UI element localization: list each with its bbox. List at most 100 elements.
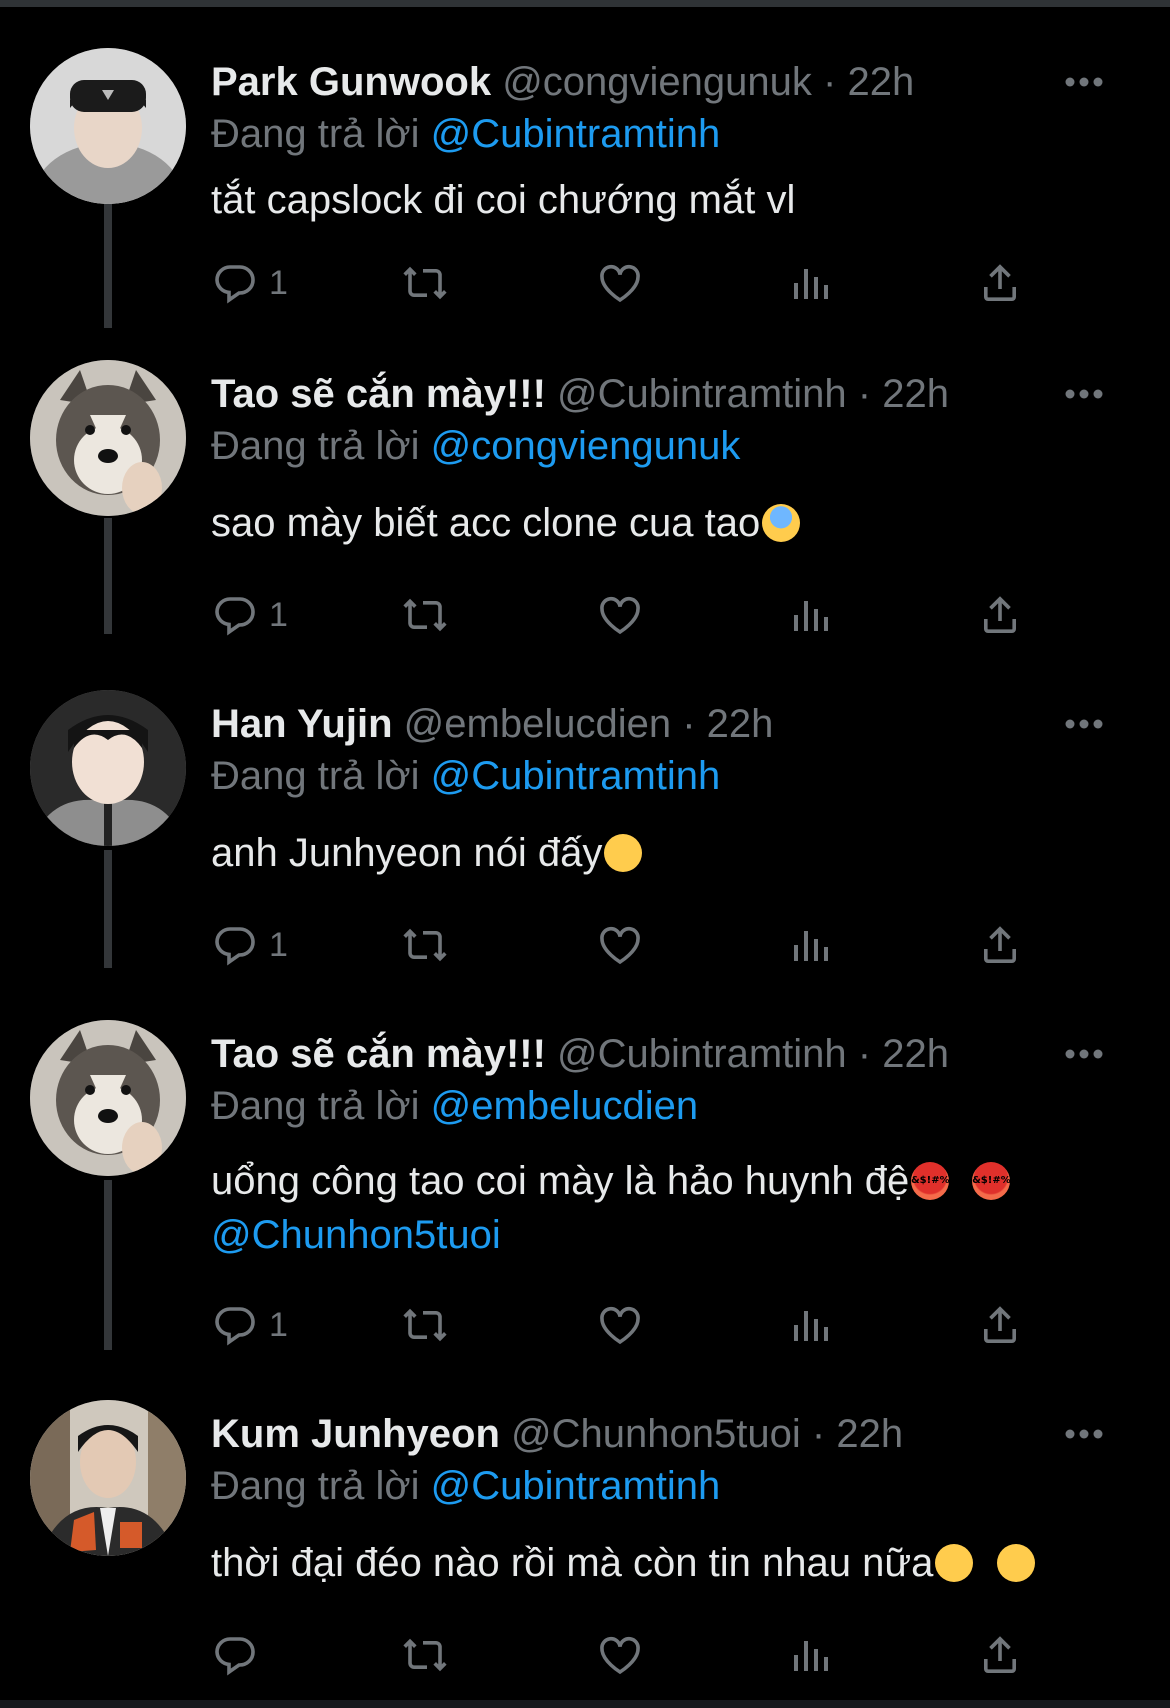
action-bar: 1 — [211, 1295, 1041, 1355]
retweet-icon — [403, 1638, 447, 1672]
more-icon[interactable] — [1060, 62, 1108, 102]
share-icon — [984, 596, 1016, 633]
tweet-text-content: anh Junhyeon nói đấy — [211, 831, 603, 875]
more-icon[interactable] — [1060, 1414, 1108, 1454]
views-button[interactable] — [786, 1625, 834, 1685]
replying-label: Đang trả lời — [211, 754, 420, 798]
relieved-face-emoji — [935, 1544, 974, 1582]
more-icon[interactable] — [1060, 374, 1108, 414]
tweet-text-content: tắt capslock đi coi chướng mắt vl — [211, 178, 796, 222]
reply-button[interactable]: 1 — [211, 1295, 288, 1355]
separator-dot: · — [857, 372, 872, 416]
fearful-face-emoji — [762, 504, 801, 542]
display-name[interactable]: Park Gunwook — [211, 60, 491, 104]
share-button[interactable] — [976, 1295, 1024, 1355]
like-button[interactable] — [596, 1625, 644, 1685]
avatar[interactable] — [30, 690, 186, 846]
views-button[interactable] — [786, 253, 834, 313]
timestamp[interactable]: 22h — [847, 60, 914, 104]
replying-label: Đang trả lời — [211, 424, 420, 468]
share-icon — [984, 264, 1016, 301]
replying-label: Đang trả lời — [211, 112, 420, 156]
avatar[interactable] — [30, 1400, 186, 1556]
user-handle[interactable]: @Chunhon5tuoi — [511, 1412, 801, 1456]
views-button[interactable] — [786, 915, 834, 975]
retweet-button[interactable] — [401, 1295, 449, 1355]
reply-button[interactable]: 1 — [211, 585, 288, 645]
share-button[interactable] — [976, 253, 1024, 313]
replying-to: Đang trả lời @Cubintramtinh — [211, 110, 720, 158]
thread-line — [104, 1180, 112, 1350]
reply-icon — [215, 927, 255, 966]
reply-icon — [215, 1637, 255, 1676]
display-name[interactable]: Han Yujin — [211, 702, 393, 746]
timestamp[interactable]: 22h — [836, 1412, 903, 1456]
retweet-button[interactable] — [401, 915, 449, 975]
user-handle[interactable]: @Cubintramtinh — [557, 372, 847, 416]
user-handle[interactable]: @congviengunuk — [502, 60, 812, 104]
cursing-face-emoji: &$!#% — [972, 1162, 1011, 1200]
reply-button[interactable] — [211, 1625, 259, 1685]
user-handle[interactable]: @embelucdien — [404, 702, 671, 746]
share-button[interactable] — [976, 585, 1024, 645]
share-button[interactable] — [976, 915, 1024, 975]
avatar[interactable] — [30, 48, 186, 204]
tweet-header: Park Gunwook @congviengunuk · 22h — [211, 58, 914, 106]
more-icon[interactable] — [1060, 704, 1108, 744]
mention-link[interactable]: @congviengunuk — [431, 424, 741, 468]
separator-dot: · — [682, 702, 696, 746]
thread-line — [104, 188, 112, 328]
tweet-text-content: uổng công tao coi mày là hảo huynh đệ — [211, 1159, 910, 1203]
reply-button[interactable]: 1 — [211, 915, 288, 975]
retweet-button[interactable] — [401, 253, 449, 313]
timestamp[interactable]: 22h — [707, 702, 774, 746]
more-icon[interactable] — [1060, 1034, 1108, 1074]
action-bar: 1 — [211, 915, 1041, 975]
tweet-text: sao mày biết acc clone cua tao — [211, 496, 801, 550]
views-icon — [794, 1311, 828, 1341]
action-bar: 1 — [211, 585, 1041, 645]
views-icon — [794, 931, 828, 961]
timestamp[interactable]: 22h — [882, 1032, 949, 1076]
heart-icon — [600, 926, 640, 965]
mention-link[interactable]: @embelucdien — [431, 1084, 698, 1128]
like-button[interactable] — [596, 915, 644, 975]
replying-label: Đang trả lời — [211, 1464, 420, 1508]
display-name[interactable]: Tao sẽ cắn mày!!! — [211, 372, 546, 416]
heart-icon — [600, 1306, 640, 1345]
separator-dot: · — [811, 1412, 826, 1456]
tweet-text: uổng công tao coi mày là hảo huynh đệ &$!… — [211, 1154, 1011, 1208]
avatar[interactable] — [30, 1020, 186, 1176]
like-button[interactable] — [596, 585, 644, 645]
mention-link[interactable]: @Cubintramtinh — [431, 112, 721, 156]
reply-button[interactable]: 1 — [211, 253, 288, 313]
views-button[interactable] — [786, 1295, 834, 1355]
share-icon — [984, 926, 1016, 963]
share-icon — [984, 1636, 1016, 1673]
reply-count: 1 — [269, 263, 288, 302]
share-icon — [984, 1306, 1016, 1343]
like-button[interactable] — [596, 1295, 644, 1355]
like-button[interactable] — [596, 253, 644, 313]
heart-icon — [600, 264, 640, 303]
avatar[interactable] — [30, 360, 186, 516]
views-button[interactable] — [786, 585, 834, 645]
mention-link[interactable]: @Cubintramtinh — [431, 1464, 721, 1508]
timestamp[interactable]: 22h — [882, 372, 949, 416]
retweet-icon — [403, 928, 447, 962]
views-icon — [794, 269, 828, 299]
avatar-image — [30, 360, 186, 516]
display-name[interactable]: Kum Junhyeon — [211, 1412, 500, 1456]
share-button[interactable] — [976, 1625, 1024, 1685]
avatar-image — [30, 1020, 186, 1176]
display-name[interactable]: Tao sẽ cắn mày!!! — [211, 1032, 546, 1076]
separator-dot: · — [857, 1032, 872, 1076]
retweet-button[interactable] — [401, 585, 449, 645]
tweet-text: anh Junhyeon nói đấy — [211, 826, 643, 880]
retweet-button[interactable] — [401, 1625, 449, 1685]
mention-link[interactable]: @Cubintramtinh — [431, 754, 721, 798]
mention-link[interactable]: @Chunhon5tuoi — [211, 1213, 501, 1257]
avatar-image — [30, 690, 186, 846]
tweet-header: Han Yujin @embelucdien · 22h — [211, 700, 773, 748]
user-handle[interactable]: @Cubintramtinh — [557, 1032, 847, 1076]
